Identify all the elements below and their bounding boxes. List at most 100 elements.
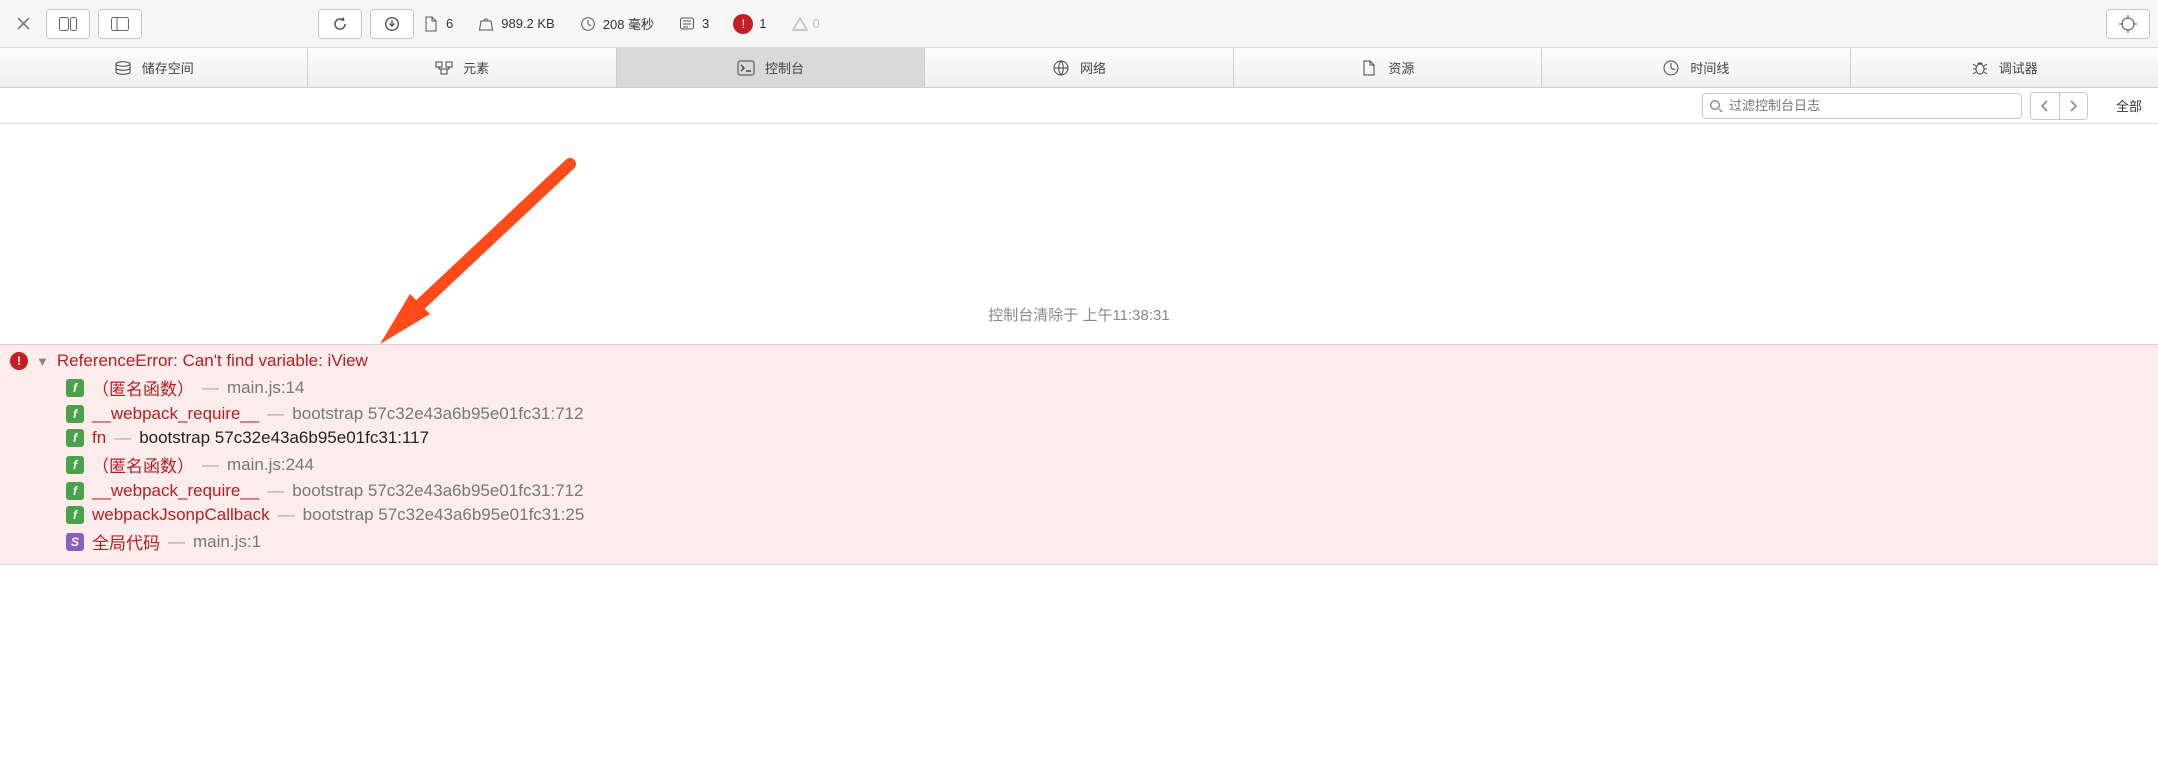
- function-badge-icon: f: [66, 456, 84, 474]
- filter-scope-button[interactable]: 全部: [2100, 96, 2158, 115]
- toolbar-left-group: [8, 9, 142, 39]
- stack-function-name: __webpack_require__: [92, 481, 259, 501]
- filter-prev-button[interactable]: [2031, 93, 2059, 119]
- stat-resources: 6: [422, 15, 453, 33]
- logs-count: 3: [702, 16, 709, 31]
- tab-label: 网络: [1080, 58, 1106, 77]
- reload-icon: [332, 16, 348, 32]
- tab-label: 调试器: [1999, 58, 2038, 77]
- annotation-arrow-icon: [370, 154, 580, 354]
- stack-location[interactable]: bootstrap 57c32e43a6b95e01fc31:712: [292, 481, 583, 501]
- function-badge-icon: f: [66, 379, 84, 397]
- stack-separator: —: [267, 404, 284, 424]
- log-icon: [678, 15, 696, 33]
- stack-location[interactable]: main.js:244: [227, 455, 314, 475]
- stack-separator: —: [267, 481, 284, 501]
- function-badge-icon: f: [66, 429, 84, 447]
- console-filter-bar: 全部: [0, 88, 2158, 124]
- stack-frame[interactable]: f __webpack_require__ — bootstrap 57c32e43a…: [66, 481, 2148, 501]
- crosshair-icon: [2119, 15, 2137, 33]
- chevron-left-icon: [2040, 100, 2050, 112]
- stack-location[interactable]: main.js:14: [227, 378, 304, 398]
- function-badge-icon: f: [66, 482, 84, 500]
- tab-label: 时间线: [1690, 58, 1729, 77]
- function-badge-icon: f: [66, 506, 84, 524]
- bug-icon: [1971, 59, 1989, 77]
- reload-button[interactable]: [318, 9, 362, 39]
- filter-scope-label: 全部: [2116, 99, 2142, 114]
- function-badge-icon: f: [66, 405, 84, 423]
- warning-icon: [791, 15, 809, 33]
- toolbar-stats: 6 989.2 KB 208 毫秒 3 ! 1 0: [422, 14, 820, 34]
- stack-frame[interactable]: S全局代码—main.js:1: [66, 529, 2148, 554]
- stack-separator: —: [202, 455, 219, 475]
- disclosure-triangle-icon[interactable]: ▼: [36, 354, 49, 369]
- stack-function-name: __webpack_require__: [92, 404, 259, 424]
- stack-frame[interactable]: f （匿名函数） — main.js:244: [66, 452, 2148, 477]
- console-cleared-message: 控制台清除于 上午11:38:31: [988, 304, 1169, 325]
- resources-count: 6: [446, 16, 453, 31]
- search-icon: [1709, 99, 1723, 113]
- tab-network[interactable]: 网络: [925, 48, 1233, 87]
- filter-input[interactable]: [1729, 98, 2015, 113]
- transfer-size: 989.2 KB: [501, 16, 555, 31]
- close-icon: [17, 17, 30, 30]
- sidebar-icon: [111, 17, 129, 31]
- devtools-tabs: 储存空间 元素 控制台 网络 资源 时间线 调试器: [0, 48, 2158, 88]
- tab-elements[interactable]: 元素: [308, 48, 616, 87]
- tab-console[interactable]: 控制台: [617, 48, 925, 87]
- filter-search-wrap[interactable]: [1702, 93, 2022, 119]
- tab-storage[interactable]: 储存空间: [0, 48, 308, 87]
- stack-function-name: （匿名函数）: [92, 452, 194, 477]
- stack-frame[interactable]: fwebpackJsonpCallback—bootstrap 57c32e43…: [66, 505, 2148, 525]
- stack-location[interactable]: bootstrap 57c32e43a6b95e01fc31:712: [292, 404, 583, 424]
- stack-function-name: webpackJsonpCallback: [92, 505, 270, 525]
- stack-frame[interactable]: ffn—bootstrap 57c32e43a6b95e01fc31:117: [66, 428, 2148, 448]
- warnings-count: 0: [813, 16, 820, 31]
- stat-time: 208 毫秒: [579, 14, 654, 33]
- console-icon: [737, 59, 755, 77]
- stat-logs: 3: [678, 15, 709, 33]
- dock-side-button[interactable]: [46, 9, 90, 39]
- close-button[interactable]: [8, 9, 38, 39]
- stack-separator: —: [202, 378, 219, 398]
- error-title: ReferenceError: Can't find variable: iVi…: [57, 351, 368, 371]
- stat-errors: ! 1: [733, 14, 766, 34]
- storage-icon: [114, 59, 132, 77]
- tab-label: 资源: [1388, 58, 1414, 77]
- tab-sources[interactable]: 资源: [1234, 48, 1542, 87]
- tab-debugger[interactable]: 调试器: [1851, 48, 2158, 87]
- errors-count: 1: [759, 16, 766, 31]
- dock-side-icon: [59, 17, 77, 31]
- stack-function-name: 全局代码: [92, 529, 160, 554]
- stack-location[interactable]: main.js:1: [193, 532, 261, 552]
- stat-size: 989.2 KB: [477, 15, 555, 33]
- timeline-icon: [1662, 59, 1680, 77]
- filter-next-button[interactable]: [2059, 93, 2087, 119]
- filter-prevnext: [2030, 92, 2088, 120]
- console-body: 控制台清除于 上午11:38:31: [0, 124, 2158, 344]
- error-header[interactable]: ! ▼ ReferenceError: Can't find variable:…: [10, 351, 2148, 371]
- tab-label: 储存空间: [142, 58, 194, 77]
- stack-location[interactable]: bootstrap 57c32e43a6b95e01fc31:117: [139, 428, 429, 448]
- inspect-button[interactable]: [2106, 9, 2150, 39]
- stack-frame[interactable]: f （匿名函数） — main.js:14: [66, 375, 2148, 400]
- network-icon: [1052, 59, 1070, 77]
- stack-function-name: fn: [92, 428, 106, 448]
- file-icon: [422, 15, 440, 33]
- console-error: ! ▼ ReferenceError: Can't find variable:…: [0, 344, 2158, 565]
- stack-location[interactable]: bootstrap 57c32e43a6b95e01fc31:25: [303, 505, 585, 525]
- download-button[interactable]: [370, 9, 414, 39]
- clock-icon: [579, 15, 597, 33]
- stack-function-name: （匿名函数）: [92, 375, 194, 400]
- chevron-right-icon: [2068, 100, 2078, 112]
- stack-frame[interactable]: f __webpack_require__ — bootstrap 57c32e43a…: [66, 404, 2148, 424]
- tab-label: 控制台: [765, 58, 804, 77]
- download-icon: [384, 16, 400, 32]
- weight-icon: [477, 15, 495, 33]
- tab-timeline[interactable]: 时间线: [1542, 48, 1850, 87]
- sidebar-toggle-button[interactable]: [98, 9, 142, 39]
- load-time: 208 毫秒: [603, 14, 654, 33]
- error-stack: f （匿名函数） — main.js:14 f __webpack_require__ — b…: [66, 375, 2148, 554]
- error-icon: !: [10, 352, 28, 370]
